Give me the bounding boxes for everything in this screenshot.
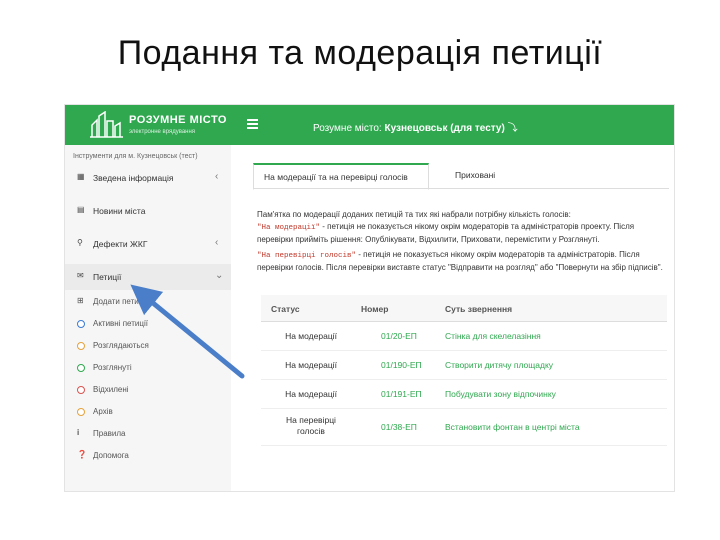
- tab-divider: [253, 188, 669, 189]
- status-circle-icon: [77, 342, 85, 350]
- logo-title: РОЗУМНЕ МІСТО: [129, 114, 227, 126]
- sidebar-item-label: Дефекти ЖКГ: [93, 239, 148, 249]
- sidebar-subitem-label: Розглядаються: [93, 341, 149, 350]
- info-icon: i: [77, 428, 80, 437]
- sidebar-subitem-help[interactable]: ❓ Допомога: [65, 446, 231, 468]
- status-code: "На перевірці голосів": [257, 252, 357, 260]
- table-row[interactable]: На перевірці голосів 01/38-ЕП Встановити…: [261, 409, 667, 446]
- sidebar: Інструменти для м. Кузнецовськ (тест) ▦ …: [65, 145, 231, 491]
- status-code: "На модерації": [257, 224, 321, 232]
- search-icon: ⚲: [77, 238, 83, 247]
- logo[interactable]: РОЗУМНЕ МІСТО электронне врядування: [89, 111, 249, 141]
- menu-toggle-icon[interactable]: [247, 119, 258, 131]
- table-row[interactable]: На модерації 01/191-ЕП Побудувати зону в…: [261, 380, 667, 409]
- city-name: Кузнецовськ (для тесту): [384, 123, 505, 134]
- row-number-link[interactable]: 01/20-ЕП: [381, 331, 417, 341]
- column-header-status[interactable]: Статус: [271, 304, 300, 314]
- sidebar-subitem-label: Додати петицію: [93, 297, 152, 306]
- sidebar-subitem-label: Активні петиції: [93, 319, 148, 328]
- sidebar-caption: Інструменти для м. Кузнецовськ (тест): [73, 153, 198, 160]
- sidebar-item-petitions[interactable]: ✉ Петиції ⌄: [65, 264, 231, 290]
- row-status: На модерації: [285, 331, 337, 341]
- sidebar-item-news[interactable]: ▤ Новини міста: [65, 198, 231, 224]
- sidebar-subitem-archive[interactable]: Архів: [65, 402, 231, 424]
- table-row[interactable]: На модерації 01/190-ЕП Створити дитячу п…: [261, 351, 667, 380]
- sidebar-item-defects[interactable]: ⚲ Дефекти ЖКГ ‹: [65, 231, 231, 257]
- sidebar-subitem-label: Правила: [93, 429, 126, 438]
- app-screenshot: РОЗУМНЕ МІСТО электронне врядування Розу…: [64, 104, 675, 492]
- dashboard-icon: ▦: [77, 172, 85, 181]
- tab-hidden[interactable]: Приховані: [445, 163, 525, 187]
- row-status: На модерації: [285, 360, 337, 370]
- memo-paragraph-votes: "На перевірці голосів" - петиція не пока…: [257, 249, 667, 274]
- main-content: На модерації та на перевірці голосів При…: [231, 145, 674, 491]
- table-row[interactable]: На модерації 01/20-ЕП Стінка для скелела…: [261, 322, 667, 351]
- tab-moderation[interactable]: На модерації та на перевірці голосів: [253, 163, 429, 190]
- status-circle-icon: [77, 386, 85, 394]
- status-circle-icon: [77, 408, 85, 416]
- row-subject-link[interactable]: Створити дитячу площадку: [445, 360, 553, 370]
- switch-city-icon: ⤵: [507, 123, 518, 134]
- tab-label: На модерації та на перевірці голосів: [264, 172, 408, 182]
- slide-title: Подання та модерація петиції: [117, 34, 603, 72]
- column-header-subject[interactable]: Суть звернення: [445, 304, 512, 314]
- row-status: На перевірці голосів: [286, 415, 336, 436]
- sidebar-subitem-rules[interactable]: i Правила: [65, 424, 231, 446]
- memo-heading: Пам'ятка по модерації доданих петицій та…: [257, 210, 571, 219]
- row-number-link[interactable]: 01/190-ЕП: [381, 360, 422, 370]
- sidebar-subitem-label: Розглянуті: [93, 363, 132, 372]
- chevron-left-icon: ‹: [215, 171, 219, 182]
- column-header-number[interactable]: Номер: [361, 304, 388, 314]
- chat-icon: ✉: [77, 271, 84, 280]
- city-selector[interactable]: Розумне місто: Кузнецовськ (для тесту) ⤵: [313, 119, 518, 134]
- logo-subtitle: электронне врядування: [129, 129, 196, 135]
- sidebar-subitem-reviewed[interactable]: Розглянуті: [65, 358, 231, 380]
- sidebar-subitem-add-petition[interactable]: ⊞ Додати петицію: [65, 292, 231, 314]
- top-bar: РОЗУМНЕ МІСТО электронне врядування Розу…: [65, 105, 674, 145]
- row-subject-link[interactable]: Встановити фонтан в центрі міста: [445, 422, 580, 432]
- plus-icon: ⊞: [77, 296, 84, 305]
- row-number-link[interactable]: 01/191-ЕП: [381, 389, 422, 399]
- sidebar-subitem-rejected[interactable]: Відхилені: [65, 380, 231, 402]
- row-subject-link[interactable]: Стінка для скелелазіння: [445, 331, 541, 341]
- chevron-left-icon: ‹: [215, 237, 219, 248]
- help-icon: ❓: [77, 450, 87, 459]
- sidebar-item-label: Новини міста: [93, 206, 146, 216]
- sidebar-item-summary[interactable]: ▦ Зведена інформація ‹: [65, 165, 231, 191]
- tab-label: Приховані: [455, 170, 496, 180]
- city-prefix: Розумне місто:: [313, 123, 382, 134]
- sidebar-subitem-label: Відхилені: [93, 385, 129, 394]
- moderation-memo: Пам'ятка по модерації доданих петицій та…: [257, 209, 667, 274]
- sidebar-subitem-label: Архів: [93, 407, 113, 416]
- news-icon: ▤: [77, 205, 85, 214]
- row-status: На модерації: [285, 389, 337, 399]
- sidebar-item-label: Зведена інформація: [93, 173, 174, 183]
- row-number-link[interactable]: 01/38-ЕП: [381, 422, 417, 432]
- status-circle-icon: [77, 364, 85, 372]
- row-subject-link[interactable]: Побудувати зону відпочинку: [445, 389, 556, 399]
- status-circle-icon: [77, 320, 85, 328]
- sidebar-subitem-active[interactable]: Активні петиції: [65, 314, 231, 336]
- city-logo-icon: [90, 111, 123, 138]
- memo-paragraph-moderation: "На модерації" - петиція не показується …: [257, 221, 667, 246]
- sidebar-subitem-under-review[interactable]: Розглядаються: [65, 336, 231, 358]
- table-header: Статус Номер Суть звернення: [261, 295, 667, 322]
- sidebar-item-label: Петиції: [93, 272, 122, 282]
- sidebar-subitem-label: Допомога: [93, 451, 129, 460]
- chevron-down-icon: ⌄: [215, 270, 224, 281]
